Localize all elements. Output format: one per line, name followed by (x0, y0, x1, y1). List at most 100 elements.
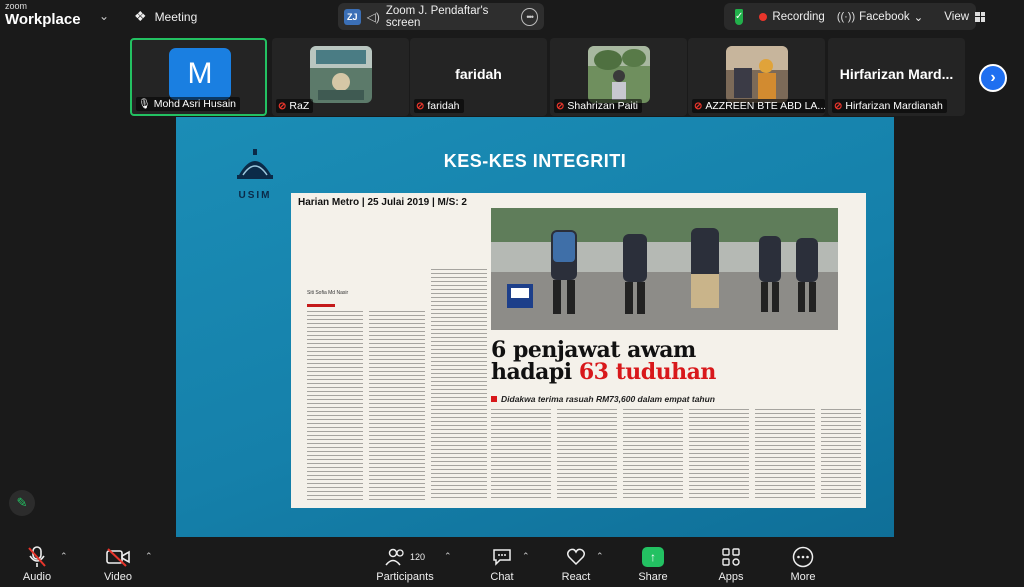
news-photo (491, 208, 838, 330)
brand-zoom: zoom (5, 1, 28, 11)
chevron-up-icon[interactable]: ⌃ (596, 551, 604, 562)
video-label: Video (104, 571, 132, 583)
mic-muted-icon: ⊘ (416, 100, 425, 112)
logo-text: USIM (238, 190, 272, 201)
participant-tile[interactable]: ⊘ AZZREEN BTE ABD LA... (688, 38, 825, 116)
paw-icon: ❖ (134, 8, 147, 24)
participant-name-tag: ⊘ Shahrizan Paiti (554, 99, 643, 113)
bullet-square-icon (491, 396, 497, 402)
text-column (821, 409, 861, 501)
screen-share-indicator[interactable]: ZJ ◁) Zoom J. Pendaftar's screen ••• (338, 3, 544, 30)
mic-muted-icon: ⊘ (834, 100, 843, 112)
participant-name-tag: ⊘ faridah (414, 99, 464, 113)
more-options-icon[interactable]: ••• (521, 7, 539, 26)
text-column (431, 269, 487, 501)
slide-title: KES-KES INTEGRITI (443, 151, 627, 171)
participant-video (588, 46, 650, 103)
react-button[interactable]: React (558, 539, 594, 587)
next-page-button[interactable]: › (979, 64, 1007, 92)
participant-strip: M 🎙 Mohd Asri Husain ⊘ RaZ faridah ⊘ far… (0, 38, 1024, 116)
participant-display-name: faridah (455, 66, 502, 82)
apps-icon (721, 545, 741, 569)
headline-word: hadapi (491, 359, 572, 386)
apps-button[interactable]: Apps (712, 539, 750, 587)
audio-label: Audio (22, 571, 52, 583)
subheadline: Didakwa terima rasuah RM73,600 dalam emp… (491, 394, 715, 404)
share-label: Share (638, 571, 668, 583)
status-bar: ✓ Recording ((·)) Facebook ⌄ View (724, 3, 986, 30)
participant-tile[interactable]: M 🎙 Mohd Asri Husain (130, 38, 267, 116)
participant-name: Shahrizan Paiti (567, 100, 639, 112)
share-screen-icon: ↑ (642, 545, 664, 569)
headline-highlight: 63 tuduhan (578, 359, 717, 386)
headline-line-1: 6 penjawat awam (491, 337, 696, 363)
mic-muted-icon (27, 545, 47, 569)
chat-button[interactable]: Chat (484, 539, 520, 587)
view-label: View (944, 10, 970, 23)
view-button[interactable]: View (944, 10, 986, 23)
meeting-label: Meeting (154, 9, 198, 24)
meeting-toolbar: Audio ⌃ Video ⌃ 120 Participants ⌃ Chat … (0, 539, 1024, 587)
text-column (623, 409, 683, 501)
recording-indicator[interactable]: Recording (759, 10, 825, 23)
chevron-up-icon[interactable]: ⌃ (60, 551, 68, 562)
mic-muted-icon: ⊘ (694, 100, 703, 112)
video-button[interactable]: Video (98, 539, 138, 587)
share-button[interactable]: ↑ Share (634, 539, 672, 587)
chat-icon (492, 545, 512, 569)
speaker-icon[interactable]: ◁) (367, 10, 380, 24)
participant-name: Hirfarizan Mardianah (845, 100, 943, 112)
grid-view-icon (975, 11, 986, 22)
avatar: M (169, 48, 231, 100)
participant-tile[interactable]: Hirfarizan Mard... ⊘ Hirfarizan Mardiana… (828, 38, 965, 116)
broadcast-icon: ((·)) (836, 10, 856, 23)
participants-label: Participants (376, 571, 434, 583)
participant-tile[interactable]: ⊘ RaZ (272, 38, 409, 116)
participant-tile[interactable]: faridah ⊘ faridah (410, 38, 547, 116)
clipping-source: Harian Metro | 25 Julai 2019 | M/S: 2 (298, 197, 467, 208)
apps-label: Apps (718, 571, 744, 583)
participant-name: faridah (427, 100, 460, 112)
meeting-info-button[interactable]: ❖ Meeting (134, 8, 197, 25)
byline: Siti Sofia Md Nasir (307, 290, 349, 296)
participant-video (726, 46, 788, 103)
chevron-up-icon[interactable]: ⌃ (444, 551, 452, 562)
livestream-facebook-button[interactable]: ((·)) Facebook ⌄ (837, 10, 923, 24)
recording-label: Recording (772, 10, 825, 23)
more-label: More (790, 571, 816, 583)
share-label: Zoom J. Pendaftar's screen (385, 4, 489, 29)
audio-button[interactable]: Audio (18, 539, 56, 587)
heart-icon (566, 545, 586, 569)
participant-name: AZZREEN BTE ABD LA... (705, 100, 825, 112)
participant-name: RaZ (289, 100, 310, 112)
participant-tile[interactable]: ⊘ Shahrizan Paiti (550, 38, 687, 116)
text-column (755, 409, 815, 501)
text-column (557, 409, 617, 501)
annotate-pen-icon[interactable]: ✎ (9, 490, 35, 516)
facebook-label: Facebook (859, 10, 910, 23)
participant-name: Mohd Asri Husain (153, 98, 236, 110)
participants-icon: 120 (385, 545, 425, 569)
zoom-window: zoom Workplace ⌄ ❖ Meeting ZJ ◁) Zoom J.… (0, 0, 1024, 587)
sharer-initials: ZJ (344, 8, 361, 25)
chevron-up-icon[interactable]: ⌃ (145, 551, 153, 562)
chevron-up-icon[interactable]: ⌃ (522, 551, 530, 562)
mic-icon: 🎙 (138, 98, 151, 110)
participants-button[interactable]: 120 Participants (370, 539, 440, 587)
brand-workplace: Workplace (5, 11, 81, 28)
participant-video (310, 46, 372, 103)
security-shield-icon[interactable]: ✓ (735, 8, 744, 25)
participant-name-tag: 🎙 Mohd Asri Husain (136, 97, 240, 111)
text-column (307, 311, 363, 501)
chevron-down-icon: ⌄ (913, 11, 924, 24)
chevron-down-icon[interactable]: ⌄ (97, 9, 111, 23)
participant-display-name: Hirfarizan Mard... (839, 66, 954, 82)
section-marker (307, 304, 335, 307)
participant-name-tag: ⊘ AZZREEN BTE ABD LA... (692, 99, 825, 113)
chat-label: Chat (490, 571, 514, 583)
more-button[interactable]: More (784, 539, 822, 587)
subheadline-text: Didakwa terima rasuah RM73,600 dalam emp… (501, 394, 715, 404)
text-column (491, 409, 551, 501)
react-label: React (561, 571, 591, 583)
newspaper-clipping: Harian Metro | 25 Julai 2019 | M/S: 2 Si… (291, 193, 866, 508)
